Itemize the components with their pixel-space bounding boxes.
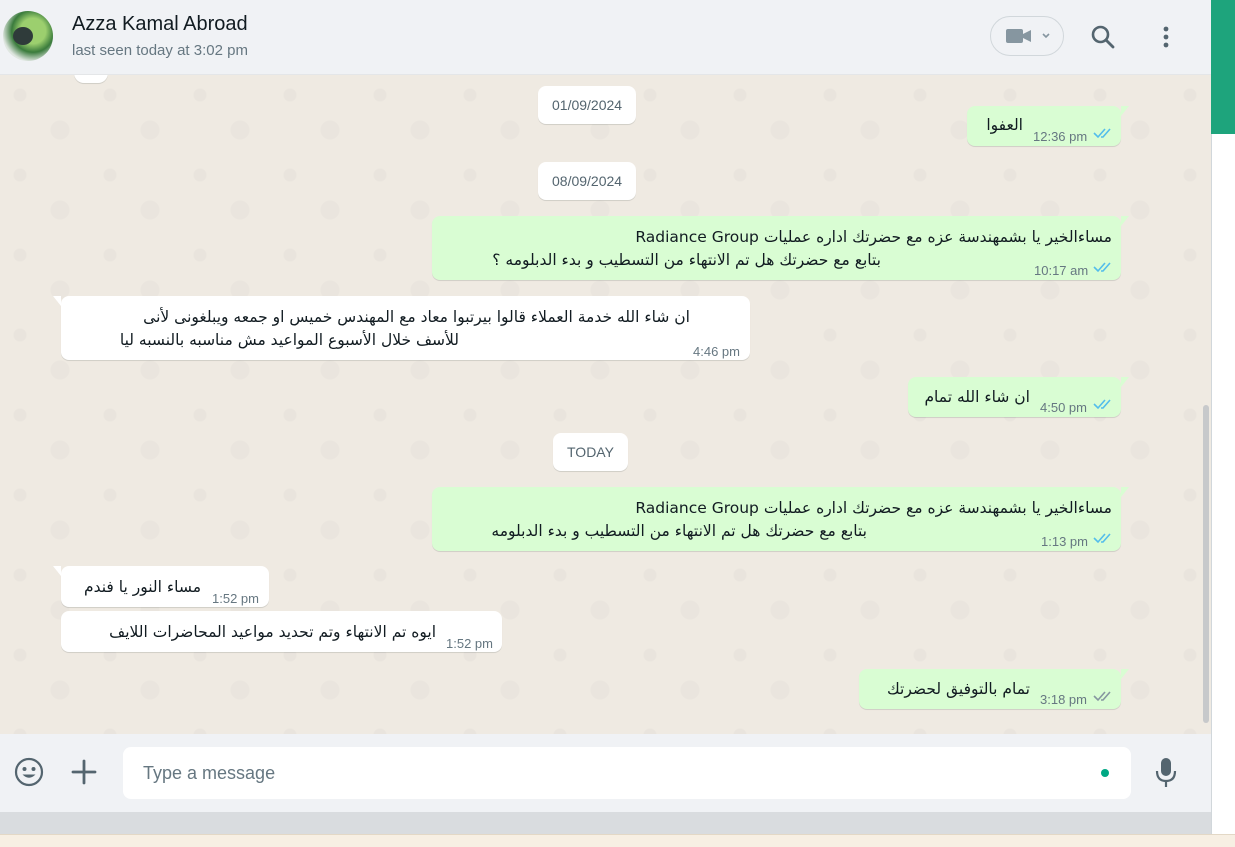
chat-header: Azza Kamal Abroad last seen today at 3:0… [0,0,1211,75]
message-outgoing[interactable]: ان شاء الله تمام 4:50 pm [908,377,1129,417]
message-text: بتابع مع حضرتك هل تم الانتهاء من التسطيب… [491,522,867,540]
message-incoming[interactable]: ايوه تم الانتهاء وتم تحديد مواعيد المحاض… [61,611,502,652]
message-list[interactable]: 01/09/2024 العفوا 12:36 pm 08/09/2024 مس… [0,75,1211,734]
message-text: مساءالخير يا بشمهندسة عزه مع حضرتك اداره… [635,499,1112,517]
mic-icon [1155,758,1177,787]
previous-message-fragment [74,75,108,83]
status-dot [1101,769,1109,777]
message-composer [0,734,1211,812]
search-icon [1091,25,1115,49]
read-receipt-icon [1093,262,1111,273]
message-time: 1:52 pm [212,591,259,606]
date-separator: TODAY [553,433,628,471]
message-time: 12:36 pm [1033,129,1088,144]
message-incoming[interactable]: مساء النور يا فندم 1:52 pm [53,566,269,607]
voice-message-button[interactable] [1152,756,1180,790]
video-call-icon [1006,29,1050,43]
menu-icon [1163,26,1169,48]
search-button[interactable] [1089,23,1117,51]
message-time: 3:18 pm [1040,692,1087,707]
message-outgoing[interactable]: مساءالخير يا بشمهندسة عزه مع حضرتك اداره… [432,216,1129,280]
delivered-receipt-icon [1093,691,1111,702]
window-bottom-bar [0,812,1211,834]
message-time: 1:52 pm [446,636,493,651]
read-receipt-icon [1093,533,1111,544]
message-text: مساءالخير يا بشمهندسة عزه مع حضرتك اداره… [635,228,1112,246]
message-time: 4:50 pm [1040,400,1087,415]
message-input[interactable] [123,747,1131,799]
message-text: تمام بالتوفيق لحضرتك [886,680,1030,698]
message-text: ايوه تم الانتهاء وتم تحديد مواعيد المحاض… [109,623,436,641]
plus-icon [71,759,97,785]
side-accent-bar [1211,0,1235,134]
message-text: مساء النور يا فندم [84,578,201,596]
message-text: العفوا [986,116,1023,134]
read-receipt-icon [1093,399,1111,410]
taskbar [0,834,1235,847]
message-outgoing[interactable]: تمام بالتوفيق لحضرتك 3:18 pm [859,669,1129,709]
emoji-button[interactable] [13,756,45,788]
chat-window: Azza Kamal Abroad last seen today at 3:0… [0,0,1211,846]
contact-last-seen: last seen today at 3:02 pm [72,42,248,59]
date-separator: 08/09/2024 [538,162,637,200]
message-time: 1:13 pm [1041,534,1088,549]
video-call-button[interactable] [990,16,1064,56]
emoji-icon [14,757,44,787]
chat-scrollbar-thumb[interactable] [1203,405,1209,723]
message-outgoing[interactable]: العفوا 12:36 pm [967,106,1129,146]
date-separator: 01/09/2024 [538,86,637,124]
avatar[interactable] [3,11,53,61]
message-time: 4:46 pm [693,344,740,359]
contact-name[interactable]: Azza Kamal Abroad [72,13,248,36]
message-text: ان شاء الله خدمة العملاء قالوا بيرتبوا م… [143,308,690,326]
message-incoming[interactable]: ان شاء الله خدمة العملاء قالوا بيرتبوا م… [53,296,750,360]
read-receipt-icon [1093,128,1111,139]
message-input-container[interactable] [123,747,1131,799]
menu-button[interactable] [1154,23,1178,51]
message-text: ان شاء الله تمام [924,388,1030,406]
message-outgoing[interactable]: مساءالخير يا بشمهندسة عزه مع حضرتك اداره… [432,487,1129,551]
divider [1211,134,1212,834]
message-text: بتابع مع حضرتك هل تم الانتهاء من التسطيب… [492,251,881,269]
attach-button[interactable] [70,758,98,786]
message-time: 10:17 am [1034,263,1089,278]
message-text: للأسف خلال الأسبوع المواعيد مش مناسبه با… [119,331,459,349]
